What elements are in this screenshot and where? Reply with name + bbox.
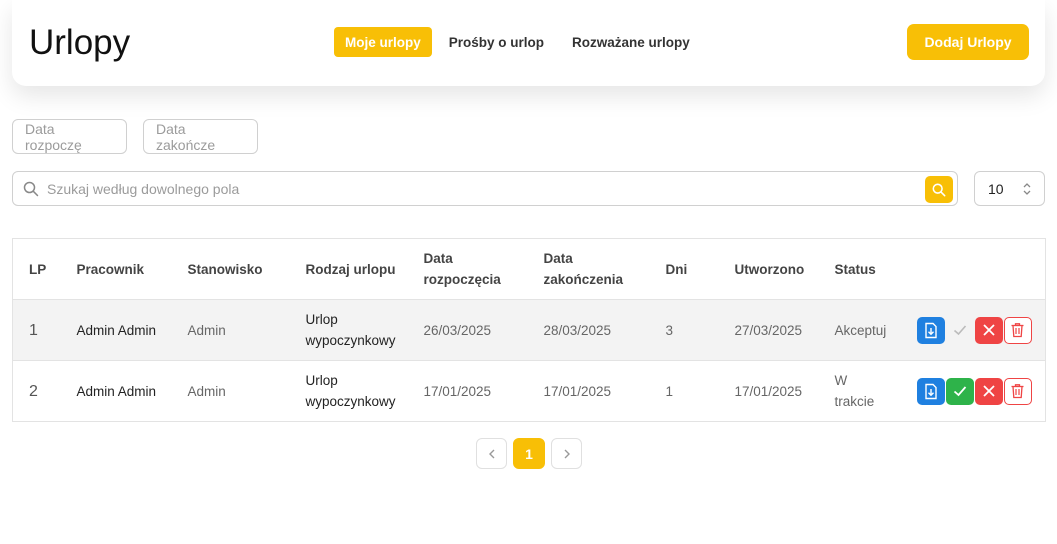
table-header-row: LP Pracownik Stanowisko Rodzaj urlopu Da… [12,238,1046,300]
cell-position: Admin [179,299,298,361]
cell-lp: 2 [12,360,69,422]
cell-lp: 1 [12,299,69,361]
cell-start: 26/03/2025 [415,299,536,361]
chevron-right-icon [564,449,570,458]
date-end-filter[interactable]: Data zakończe [143,119,258,154]
cell-actions [908,299,1046,361]
header: Urlopy Moje urlopy Prośby o urlop Rozważ… [12,0,1045,86]
column-header-status[interactable]: Status [826,238,909,300]
cell-end: 17/01/2025 [535,360,658,422]
table-row: 2 Admin Admin Admin Urlop wypoczynkowy 1… [12,360,1046,422]
trash-icon [1011,384,1024,399]
reject-button[interactable] [974,316,1003,344]
cell-status: Akceptuj [826,299,909,361]
search-button[interactable] [925,176,953,203]
pagination: 1 [476,438,582,469]
add-leave-button[interactable]: Dodaj Urlopy [907,24,1029,60]
cell-start: 17/01/2025 [415,360,536,422]
cell-created: 27/03/2025 [726,299,827,361]
tab-moje-urlopy[interactable]: Moje urlopy [334,27,432,57]
cell-type: Urlop wypoczynkowy [297,299,416,361]
close-icon [982,385,995,397]
column-header-end[interactable]: Data zakończenia [535,238,658,300]
chevron-left-icon [488,449,494,458]
prev-page-button[interactable] [476,438,507,469]
cell-type: Urlop wypoczynkowy [297,360,416,422]
cell-employee: Admin Admin [68,360,180,422]
cell-actions [908,360,1046,422]
search-input[interactable] [47,178,917,200]
next-page-button[interactable] [551,438,582,469]
check-icon [953,325,966,336]
search-icon [23,181,39,197]
cell-employee: Admin Admin [68,299,180,361]
cell-position: Admin [179,360,298,422]
tab-prosby-o-urlop[interactable]: Prośby o urlop [438,27,555,57]
chevron-updown-icon [1023,183,1031,195]
column-header-position[interactable]: Stanowisko [179,238,298,300]
download-button[interactable] [916,377,945,405]
check-icon [953,386,966,397]
column-header-type[interactable]: Rodzaj urlopu [297,238,416,300]
search-icon [932,183,946,196]
approve-button[interactable] [945,377,974,405]
column-header-actions [908,238,1046,300]
search-bar [12,171,958,206]
file-download-icon [924,383,937,399]
leave-table: LP Pracownik Stanowisko Rodzaj urlopu Da… [12,238,1046,422]
download-button[interactable] [916,316,945,344]
date-start-filter[interactable]: Data rozpoczę [12,119,127,154]
table-row: 1 Admin Admin Admin Urlop wypoczynkowy 2… [12,299,1046,361]
page-button-current[interactable]: 1 [513,438,545,469]
close-icon [982,324,995,336]
page-title: Urlopy [29,23,131,62]
delete-button[interactable] [1003,316,1032,344]
cell-days: 3 [657,299,727,361]
page-size-value: 10 [988,181,1004,197]
cell-days: 1 [657,360,727,422]
delete-button[interactable] [1003,377,1032,405]
reject-button[interactable] [974,377,1003,405]
tabs: Moje urlopy Prośby o urlop Rozważane url… [334,27,701,57]
tab-rozwazane-urlopy[interactable]: Rozważane urlopy [561,27,701,57]
trash-icon [1011,323,1024,338]
column-header-start[interactable]: Data rozpoczęcia [415,238,536,300]
column-header-days[interactable]: Dni [657,238,727,300]
file-download-icon [924,322,937,338]
column-header-created[interactable]: Utworzono [726,238,827,300]
column-header-employee[interactable]: Pracownik [68,238,180,300]
cell-created: 17/01/2025 [726,360,827,422]
cell-status: W trakcie [826,360,909,422]
cell-end: 28/03/2025 [535,299,658,361]
column-header-lp[interactable]: LP [12,238,69,300]
approve-button[interactable] [946,317,974,344]
page-size-select[interactable]: 10 [974,171,1045,206]
